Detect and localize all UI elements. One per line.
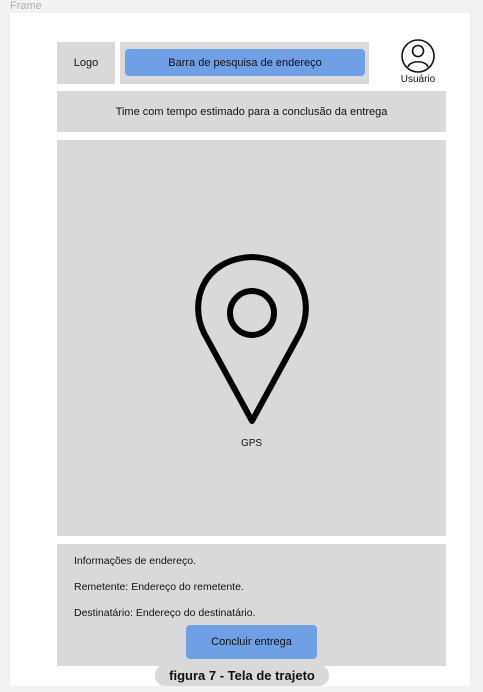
- frame-label: Frame: [10, 0, 42, 12]
- user-label: Usuário: [400, 74, 436, 85]
- logo: Logo: [57, 42, 115, 84]
- address-search-bar[interactable]: Barra de pesquisa de endereço: [125, 49, 365, 76]
- location-pin-icon: [195, 254, 309, 424]
- finish-delivery-button[interactable]: Concluir entrega: [186, 625, 317, 659]
- sender-address: Remetente: Endereço do remetente.: [74, 581, 244, 593]
- figure-caption: figura 7 - Tela de trajeto: [155, 665, 329, 686]
- user-circle-icon: [401, 39, 435, 73]
- user-profile[interactable]: Usuário: [395, 38, 441, 88]
- info-title: Informações de endereço.: [74, 555, 196, 567]
- eta-text: Time com tempo estimado para a conclusão…: [115, 105, 388, 118]
- gps-label: GPS: [240, 438, 263, 449]
- address-search-label: Barra de pesquisa de endereço: [168, 56, 322, 69]
- app-frame: Logo Barra de pesquisa de endereço Usuár…: [10, 13, 470, 686]
- recipient-address: Destinatário: Endereço do destinatário.: [74, 607, 256, 619]
- map-view[interactable]: GPS: [57, 140, 446, 536]
- search-bar-container: Barra de pesquisa de endereço: [120, 42, 369, 84]
- address-info-panel: Informações de endereço. Remetente: Ende…: [57, 544, 446, 666]
- logo-label: Logo: [73, 57, 99, 69]
- eta-banner: Time com tempo estimado para a conclusão…: [57, 91, 446, 132]
